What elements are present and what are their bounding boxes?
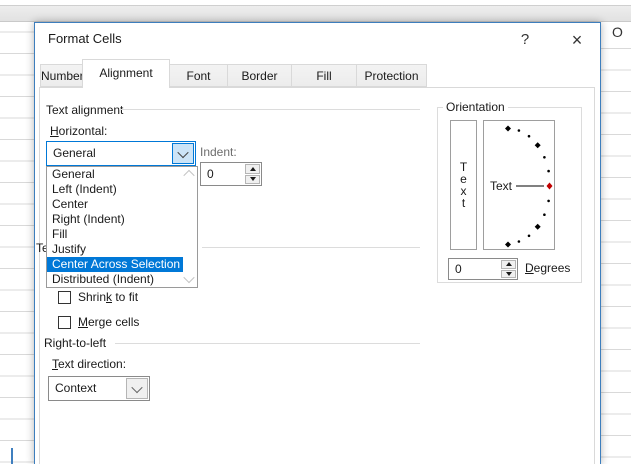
indent-down-button[interactable] <box>245 175 260 185</box>
degrees-label: Degrees <box>525 261 570 275</box>
option-justify[interactable]: Justify <box>47 242 183 257</box>
right-to-left-group-line <box>115 343 420 344</box>
tab-alignment[interactable]: Alignment <box>82 59 170 88</box>
horizontal-combobox[interactable]: General <box>46 141 196 166</box>
text-direction-label: Text direction: <box>52 357 126 371</box>
chevron-down-icon <box>183 272 194 283</box>
orientation-vertical-text-control[interactable]: T e x t <box>450 120 477 250</box>
tab-number[interactable]: Number <box>40 64 84 87</box>
indent-spinner <box>245 164 260 184</box>
option-center-across-selection[interactable]: Center Across Selection <box>47 257 183 272</box>
chevron-up-icon <box>183 170 194 181</box>
help-icon[interactable]: ? <box>511 28 539 52</box>
selection-border-fragment <box>11 448 13 464</box>
format-cells-dialog: Format Cells ? × Number Alignment Font B… <box>34 22 601 464</box>
orientation-dial-graphic: Text <box>484 121 554 249</box>
worksheet-grid-right <box>601 28 631 464</box>
option-right-indent[interactable]: Right (Indent) <box>47 212 183 227</box>
shrink-to-fit-label: Shrink to fit <box>78 290 138 304</box>
indent-spinbox[interactable]: 0 <box>200 162 262 186</box>
text-direction-value: Context <box>55 381 96 395</box>
option-distributed-indent[interactable]: Distributed (Indent) <box>47 272 183 287</box>
spinner-up-icon <box>250 167 256 171</box>
close-icon[interactable]: × <box>563 28 591 52</box>
orientation-group-label: Orientation <box>443 100 508 114</box>
merge-cells-label: Merge cells <box>78 315 139 329</box>
list-scroll-down[interactable] <box>183 275 195 283</box>
orientation-dial[interactable]: Text <box>483 120 555 250</box>
tab-fill[interactable]: Fill <box>291 64 357 87</box>
horizontal-dropdown-list: General Left (Indent) Center Right (Inde… <box>46 166 198 288</box>
indent-label: Indent: <box>200 145 237 159</box>
dial-text-label: Text <box>490 179 513 193</box>
dialog-title: Format Cells <box>48 31 122 46</box>
degrees-value: 0 <box>455 262 462 276</box>
list-scroll-up[interactable] <box>183 170 195 178</box>
degrees-spinner <box>501 260 516 278</box>
tab-font[interactable]: Font <box>169 64 228 87</box>
degrees-down-button[interactable] <box>501 270 516 279</box>
column-header-letter: O <box>612 24 630 40</box>
text-direction-dropdown-button[interactable] <box>126 378 148 399</box>
text-alignment-group-label: Text alignment <box>46 103 123 117</box>
spinner-down-icon <box>506 272 512 276</box>
text-control-group-line <box>202 247 420 248</box>
tab-border[interactable]: Border <box>227 64 292 87</box>
option-fill[interactable]: Fill <box>47 227 183 242</box>
horizontal-combobox-dropdown-button[interactable] <box>172 143 194 164</box>
screen: O Format Cells ? × Number Alignment Font… <box>0 0 631 464</box>
tab-protection[interactable]: Protection <box>356 64 427 87</box>
text-direction-combobox[interactable]: Context <box>48 376 150 401</box>
text-alignment-group-line <box>119 109 420 110</box>
indent-value: 0 <box>207 167 214 181</box>
merge-cells-checkbox[interactable] <box>58 316 71 329</box>
spinner-up-icon <box>506 262 512 266</box>
degrees-up-button[interactable] <box>501 260 516 269</box>
vertical-text-letters: T e x t <box>451 121 476 249</box>
shrink-to-fit-checkbox[interactable] <box>58 291 71 304</box>
chevron-down-icon <box>177 146 188 157</box>
column-header-band <box>0 6 631 22</box>
option-center[interactable]: Center <box>47 197 183 212</box>
worksheet-grid-left <box>0 22 34 464</box>
degrees-spinbox[interactable]: 0 <box>448 258 518 280</box>
option-left-indent[interactable]: Left (Indent) <box>47 182 183 197</box>
horizontal-label: Horizontal: <box>50 124 107 138</box>
right-to-left-group-label: Right-to-left <box>44 336 106 350</box>
spinner-down-icon <box>250 177 256 181</box>
option-general[interactable]: General <box>47 167 183 182</box>
indent-up-button[interactable] <box>245 164 260 174</box>
chevron-down-icon <box>131 381 142 392</box>
horizontal-combobox-value: General <box>53 146 96 160</box>
